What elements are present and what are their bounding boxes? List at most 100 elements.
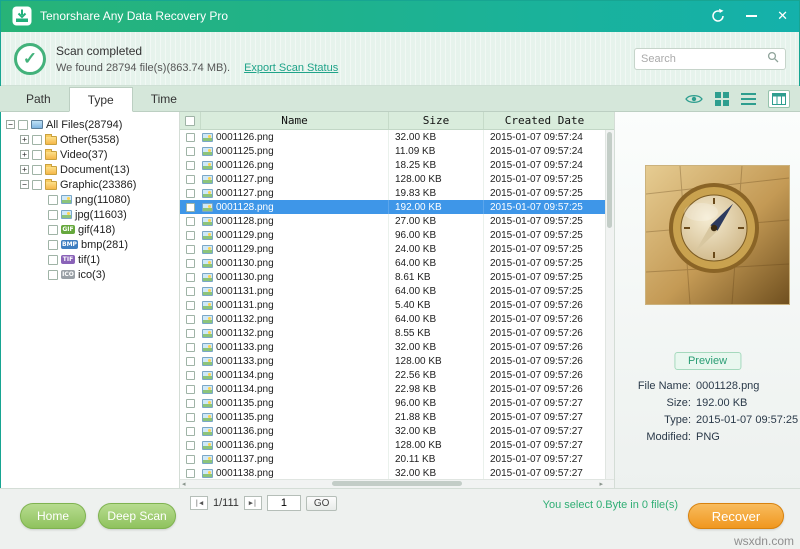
tree-expander-icon[interactable]: + (20, 165, 29, 174)
tree-checkbox[interactable] (48, 269, 58, 280)
next-page-button[interactable]: ▶| (243, 496, 262, 510)
table-row[interactable]: 0001137.png 20.11 KB 2015-01-07 09:57:27 (180, 452, 614, 466)
row-checkbox[interactable] (185, 202, 195, 212)
table-row[interactable]: 0001125.png 11.09 KB 2015-01-07 09:57:24 (180, 144, 614, 158)
list-view-icon[interactable] (741, 93, 756, 105)
row-checkbox[interactable] (185, 426, 195, 436)
tree-checkbox[interactable] (32, 164, 42, 175)
vertical-scrollbar-thumb[interactable] (607, 132, 612, 228)
home-button[interactable]: Home (20, 503, 86, 529)
tree-checkbox[interactable] (48, 239, 58, 250)
tree-item-document[interactable]: + Document(13) (6, 162, 179, 177)
tab-time[interactable]: Time (133, 86, 195, 111)
row-checkbox[interactable] (185, 132, 195, 142)
tree-expander-icon[interactable]: − (20, 180, 29, 189)
tree-item-video[interactable]: + Video(37) (6, 147, 179, 162)
table-row[interactable]: 0001128.png 27.00 KB 2015-01-07 09:57:25 (180, 214, 614, 228)
row-checkbox[interactable] (185, 412, 195, 422)
tree-item-all-files[interactable]: − All Files(28794) (6, 117, 179, 132)
table-row[interactable]: 0001126.png 32.00 KB 2015-01-07 09:57:24 (180, 130, 614, 144)
tree-checkbox[interactable] (32, 179, 42, 190)
recover-button[interactable]: Recover (688, 503, 784, 529)
table-row[interactable]: 0001131.png 64.00 KB 2015-01-07 09:57:25 (180, 284, 614, 298)
page-number-input[interactable] (266, 495, 301, 511)
tree-checkbox[interactable] (32, 149, 42, 160)
tree-item-other[interactable]: + Other(5358) (6, 132, 179, 147)
table-row[interactable]: 0001129.png 24.00 KB 2015-01-07 09:57:25 (180, 242, 614, 256)
table-row[interactable]: 0001133.png 128.00 KB 2015-01-07 09:57:26 (180, 354, 614, 368)
table-row[interactable]: 0001132.png 8.55 KB 2015-01-07 09:57:26 (180, 326, 614, 340)
tab-path[interactable]: Path (8, 86, 69, 111)
tree-expander-icon[interactable]: − (6, 120, 15, 129)
row-checkbox[interactable] (185, 244, 195, 254)
row-checkbox[interactable] (185, 342, 195, 352)
thumbnail-view-icon[interactable] (715, 92, 729, 106)
deep-scan-button[interactable]: Deep Scan (98, 503, 176, 529)
search-input[interactable] (641, 52, 767, 65)
table-row[interactable]: 0001127.png 128.00 KB 2015-01-07 09:57:25 (180, 172, 614, 186)
tree-checkbox[interactable] (18, 119, 28, 130)
horizontal-scrollbar[interactable]: ◂ ▸ (180, 479, 614, 488)
tree-checkbox[interactable] (48, 224, 58, 235)
table-row[interactable]: 0001127.png 19.83 KB 2015-01-07 09:57:25 (180, 186, 614, 200)
tree-item-graphic[interactable]: − Graphic(23386) (6, 177, 179, 192)
column-header-created-date[interactable]: Created Date (483, 112, 605, 129)
tree-expander-icon[interactable]: + (20, 135, 29, 144)
table-row[interactable]: 0001134.png 22.98 KB 2015-01-07 09:57:26 (180, 382, 614, 396)
row-checkbox[interactable] (185, 286, 195, 296)
column-header-size[interactable]: Size (388, 112, 483, 129)
prev-page-button[interactable]: |◀ (190, 496, 208, 510)
table-row[interactable]: 0001129.png 96.00 KB 2015-01-07 09:57:25 (180, 228, 614, 242)
preview-eye-icon[interactable] (685, 93, 703, 105)
tree-item-jpg[interactable]: jpg(11603) (6, 207, 179, 222)
row-checkbox[interactable] (185, 328, 195, 338)
row-checkbox[interactable] (185, 300, 195, 310)
detail-view-icon[interactable] (768, 90, 790, 108)
tab-type[interactable]: Type (68, 87, 133, 112)
preview-button[interactable]: Preview (673, 352, 742, 370)
row-checkbox[interactable] (185, 230, 195, 240)
row-checkbox[interactable] (185, 440, 195, 450)
row-checkbox[interactable] (185, 356, 195, 366)
row-checkbox[interactable] (185, 216, 195, 226)
table-row[interactable]: 0001134.png 22.56 KB 2015-01-07 09:57:26 (180, 368, 614, 382)
column-header-name[interactable]: Name (200, 112, 388, 129)
tree-checkbox[interactable] (48, 194, 58, 205)
search-box[interactable] (634, 47, 786, 70)
row-checkbox[interactable] (185, 174, 195, 184)
table-row[interactable]: 0001133.png 32.00 KB 2015-01-07 09:57:26 (180, 340, 614, 354)
row-checkbox[interactable] (185, 398, 195, 408)
tree-checkbox[interactable] (48, 209, 58, 220)
table-row[interactable]: 0001130.png 8.61 KB 2015-01-07 09:57:25 (180, 270, 614, 284)
table-row[interactable]: 0001126.png 18.25 KB 2015-01-07 09:57:24 (180, 158, 614, 172)
row-checkbox[interactable] (185, 468, 195, 478)
export-scan-status-link[interactable]: Export Scan Status (244, 62, 338, 74)
minimize-button[interactable] (746, 15, 758, 17)
tree-item-gif[interactable]: GIF gif(418) (6, 222, 179, 237)
history-icon[interactable] (710, 8, 726, 24)
table-row[interactable]: 0001135.png 21.88 KB 2015-01-07 09:57:27 (180, 410, 614, 424)
row-checkbox[interactable] (185, 146, 195, 156)
search-icon[interactable] (767, 50, 779, 68)
row-checkbox[interactable] (185, 314, 195, 324)
tree-item-tif[interactable]: TIF tif(1) (6, 252, 179, 267)
select-all-checkbox[interactable] (185, 115, 195, 126)
table-row[interactable]: 0001138.png 32.00 KB 2015-01-07 09:57:27 (180, 466, 614, 479)
row-checkbox[interactable] (185, 160, 195, 170)
row-checkbox[interactable] (185, 384, 195, 394)
table-row[interactable]: 0001128.png 192.00 KB 2015-01-07 09:57:25 (180, 200, 614, 214)
tree-item-png[interactable]: png(11080) (6, 192, 179, 207)
table-row[interactable]: 0001130.png 64.00 KB 2015-01-07 09:57:25 (180, 256, 614, 270)
vertical-scrollbar[interactable] (605, 130, 614, 479)
table-row[interactable]: 0001135.png 96.00 KB 2015-01-07 09:57:27 (180, 396, 614, 410)
table-row[interactable]: 0001136.png 128.00 KB 2015-01-07 09:57:27 (180, 438, 614, 452)
tree-expander-icon[interactable]: + (20, 150, 29, 159)
row-checkbox[interactable] (185, 188, 195, 198)
row-checkbox[interactable] (185, 258, 195, 268)
row-checkbox[interactable] (185, 454, 195, 464)
tree-item-bmp[interactable]: BMP bmp(281) (6, 237, 179, 252)
table-row[interactable]: 0001132.png 64.00 KB 2015-01-07 09:57:26 (180, 312, 614, 326)
close-button[interactable]: ✕ (777, 8, 788, 24)
row-checkbox[interactable] (185, 272, 195, 282)
row-checkbox[interactable] (185, 370, 195, 380)
